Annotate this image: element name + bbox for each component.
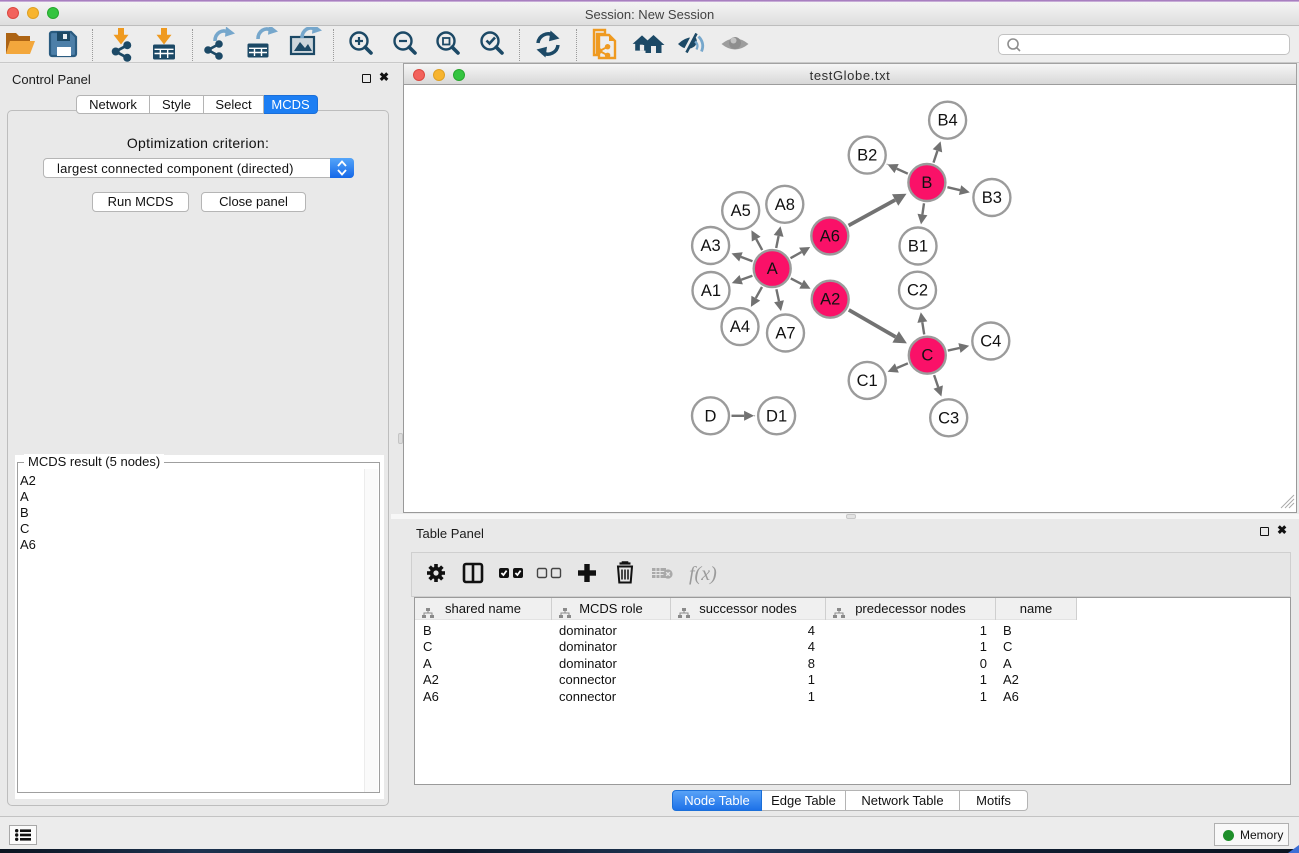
svg-text:C2: C2 [907, 282, 928, 300]
svg-text:A8: A8 [775, 196, 795, 214]
svg-text:f(x): f(x) [689, 563, 717, 585]
svg-text:B4: B4 [938, 112, 958, 130]
svg-text:A1: A1 [701, 282, 721, 300]
svg-text:B1: B1 [908, 238, 928, 256]
svg-text:D1: D1 [766, 407, 787, 425]
svg-text:A4: A4 [730, 318, 750, 336]
svg-text:A5: A5 [731, 202, 751, 220]
svg-text:C3: C3 [938, 409, 959, 427]
svg-text:A: A [767, 260, 778, 278]
svg-text:B2: B2 [857, 147, 877, 165]
svg-text:C: C [921, 347, 933, 365]
svg-text:A7: A7 [775, 325, 795, 343]
svg-text:D: D [705, 407, 717, 425]
svg-text:B: B [921, 174, 932, 192]
svg-text:C1: C1 [857, 372, 878, 390]
svg-text:A6: A6 [820, 227, 840, 245]
svg-text:A2: A2 [820, 291, 840, 309]
svg-text:C4: C4 [980, 333, 1001, 351]
svg-text:A3: A3 [701, 237, 721, 255]
svg-text:B3: B3 [982, 189, 1002, 207]
